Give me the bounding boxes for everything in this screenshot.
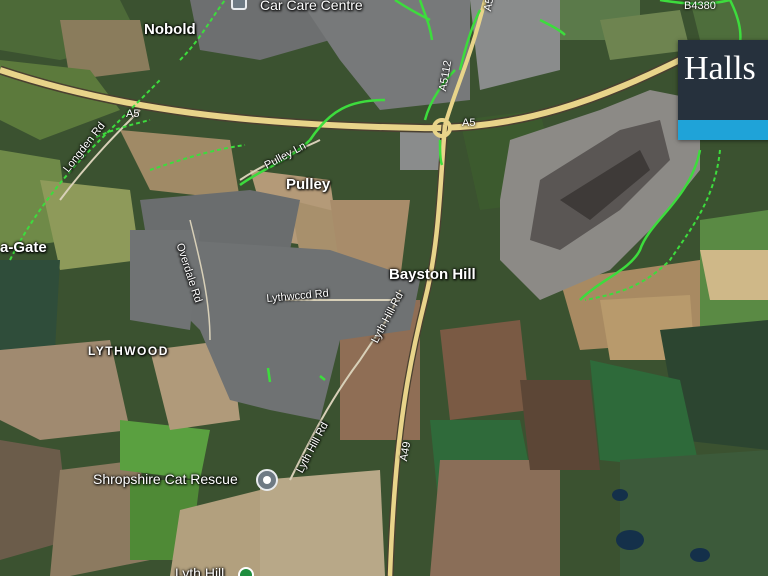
satellite-imagery bbox=[0, 0, 768, 576]
cat-rescue-pin-icon[interactable] bbox=[256, 469, 278, 491]
place-label-bayston-hill: Bayston Hill bbox=[389, 266, 476, 283]
place-label-gate: a-Gate bbox=[0, 239, 47, 256]
place-label-pulley: Pulley bbox=[286, 176, 331, 193]
park-pin-icon[interactable] bbox=[238, 567, 254, 576]
poi-label-lyth-hill[interactable]: Lyth Hill bbox=[175, 566, 224, 576]
car-care-pin-icon[interactable] bbox=[231, 0, 247, 10]
poi-label-car-care-centre[interactable]: Car Care Centre bbox=[260, 0, 363, 12]
halls-logo: Halls bbox=[678, 40, 768, 140]
place-label-lythwood: LYTHWOOD bbox=[88, 344, 169, 358]
satellite-map[interactable]: Nobold Pulley Bayston Hill LYTHWOOD a-Ga… bbox=[0, 0, 768, 576]
road-label-a5-right: A5 bbox=[462, 117, 476, 129]
logo-stripe bbox=[678, 120, 768, 140]
road-label-b4380: B4380 bbox=[684, 0, 716, 12]
logo-wordmark: Halls bbox=[684, 50, 756, 87]
poi-label-shropshire-cat-rescue[interactable]: Shropshire Cat Rescue bbox=[93, 472, 238, 486]
place-label-nobold: Nobold bbox=[144, 21, 196, 38]
road-label-a5-left: A5 bbox=[126, 108, 140, 120]
